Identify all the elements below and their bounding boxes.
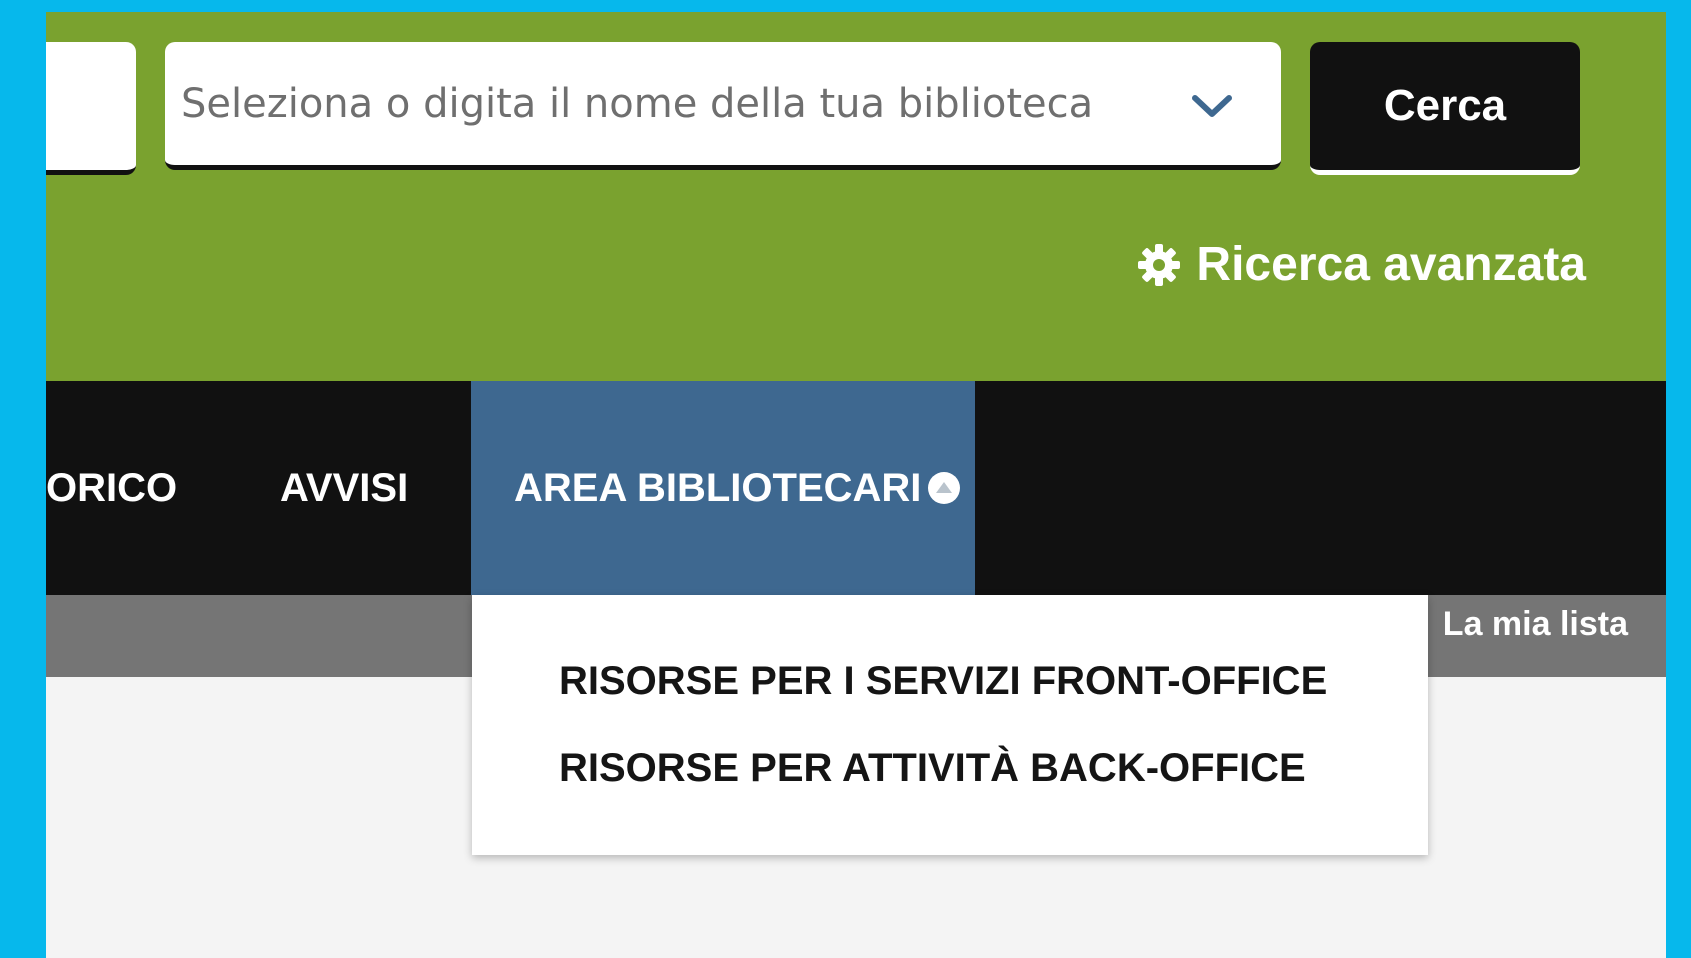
area-bibliotecari-dropdown: RISORSE PER I SERVIZI FRONT-OFFICE RISOR…	[472, 595, 1428, 855]
menu-item-front-office[interactable]: RISORSE PER I SERVIZI FRONT-OFFICE	[559, 659, 1327, 704]
page-frame: Seleziona o digita il nome della tua bib…	[46, 12, 1666, 958]
search-button[interactable]: Cerca	[1310, 42, 1580, 175]
chevron-up-circle-icon	[928, 472, 961, 504]
menu-item-back-office[interactable]: RISORSE PER ATTIVITÀ BACK-OFFICE	[559, 746, 1306, 791]
my-list-link[interactable]: La mia lista	[1443, 605, 1628, 644]
nav-item-storico[interactable]: ORICO	[46, 381, 177, 595]
advanced-search-link[interactable]: Ricerca avanzata	[1136, 237, 1586, 292]
chevron-down-icon	[1192, 95, 1232, 117]
nav-item-label: AREA BIBLIOTECARI	[514, 465, 922, 510]
nav-item-area-bibliotecari[interactable]: AREA BIBLIOTECARI	[471, 381, 975, 595]
advanced-search-label: Ricerca avanzata	[1196, 238, 1586, 291]
main-nav: ORICO AVVISI AREA BIBLIOTECARI	[46, 381, 1666, 595]
nav-item-avvisi[interactable]: AVVISI	[280, 381, 408, 595]
search-input[interactable]	[46, 42, 136, 175]
nav-item-label: ORICO	[46, 465, 178, 510]
library-select[interactable]: Seleziona o digita il nome della tua bib…	[165, 42, 1281, 170]
gear-icon	[1138, 243, 1181, 286]
search-header: Seleziona o digita il nome della tua bib…	[46, 12, 1666, 381]
library-select-placeholder: Seleziona o digita il nome della tua bib…	[181, 80, 1094, 127]
nav-item-label: AVVISI	[280, 465, 409, 510]
